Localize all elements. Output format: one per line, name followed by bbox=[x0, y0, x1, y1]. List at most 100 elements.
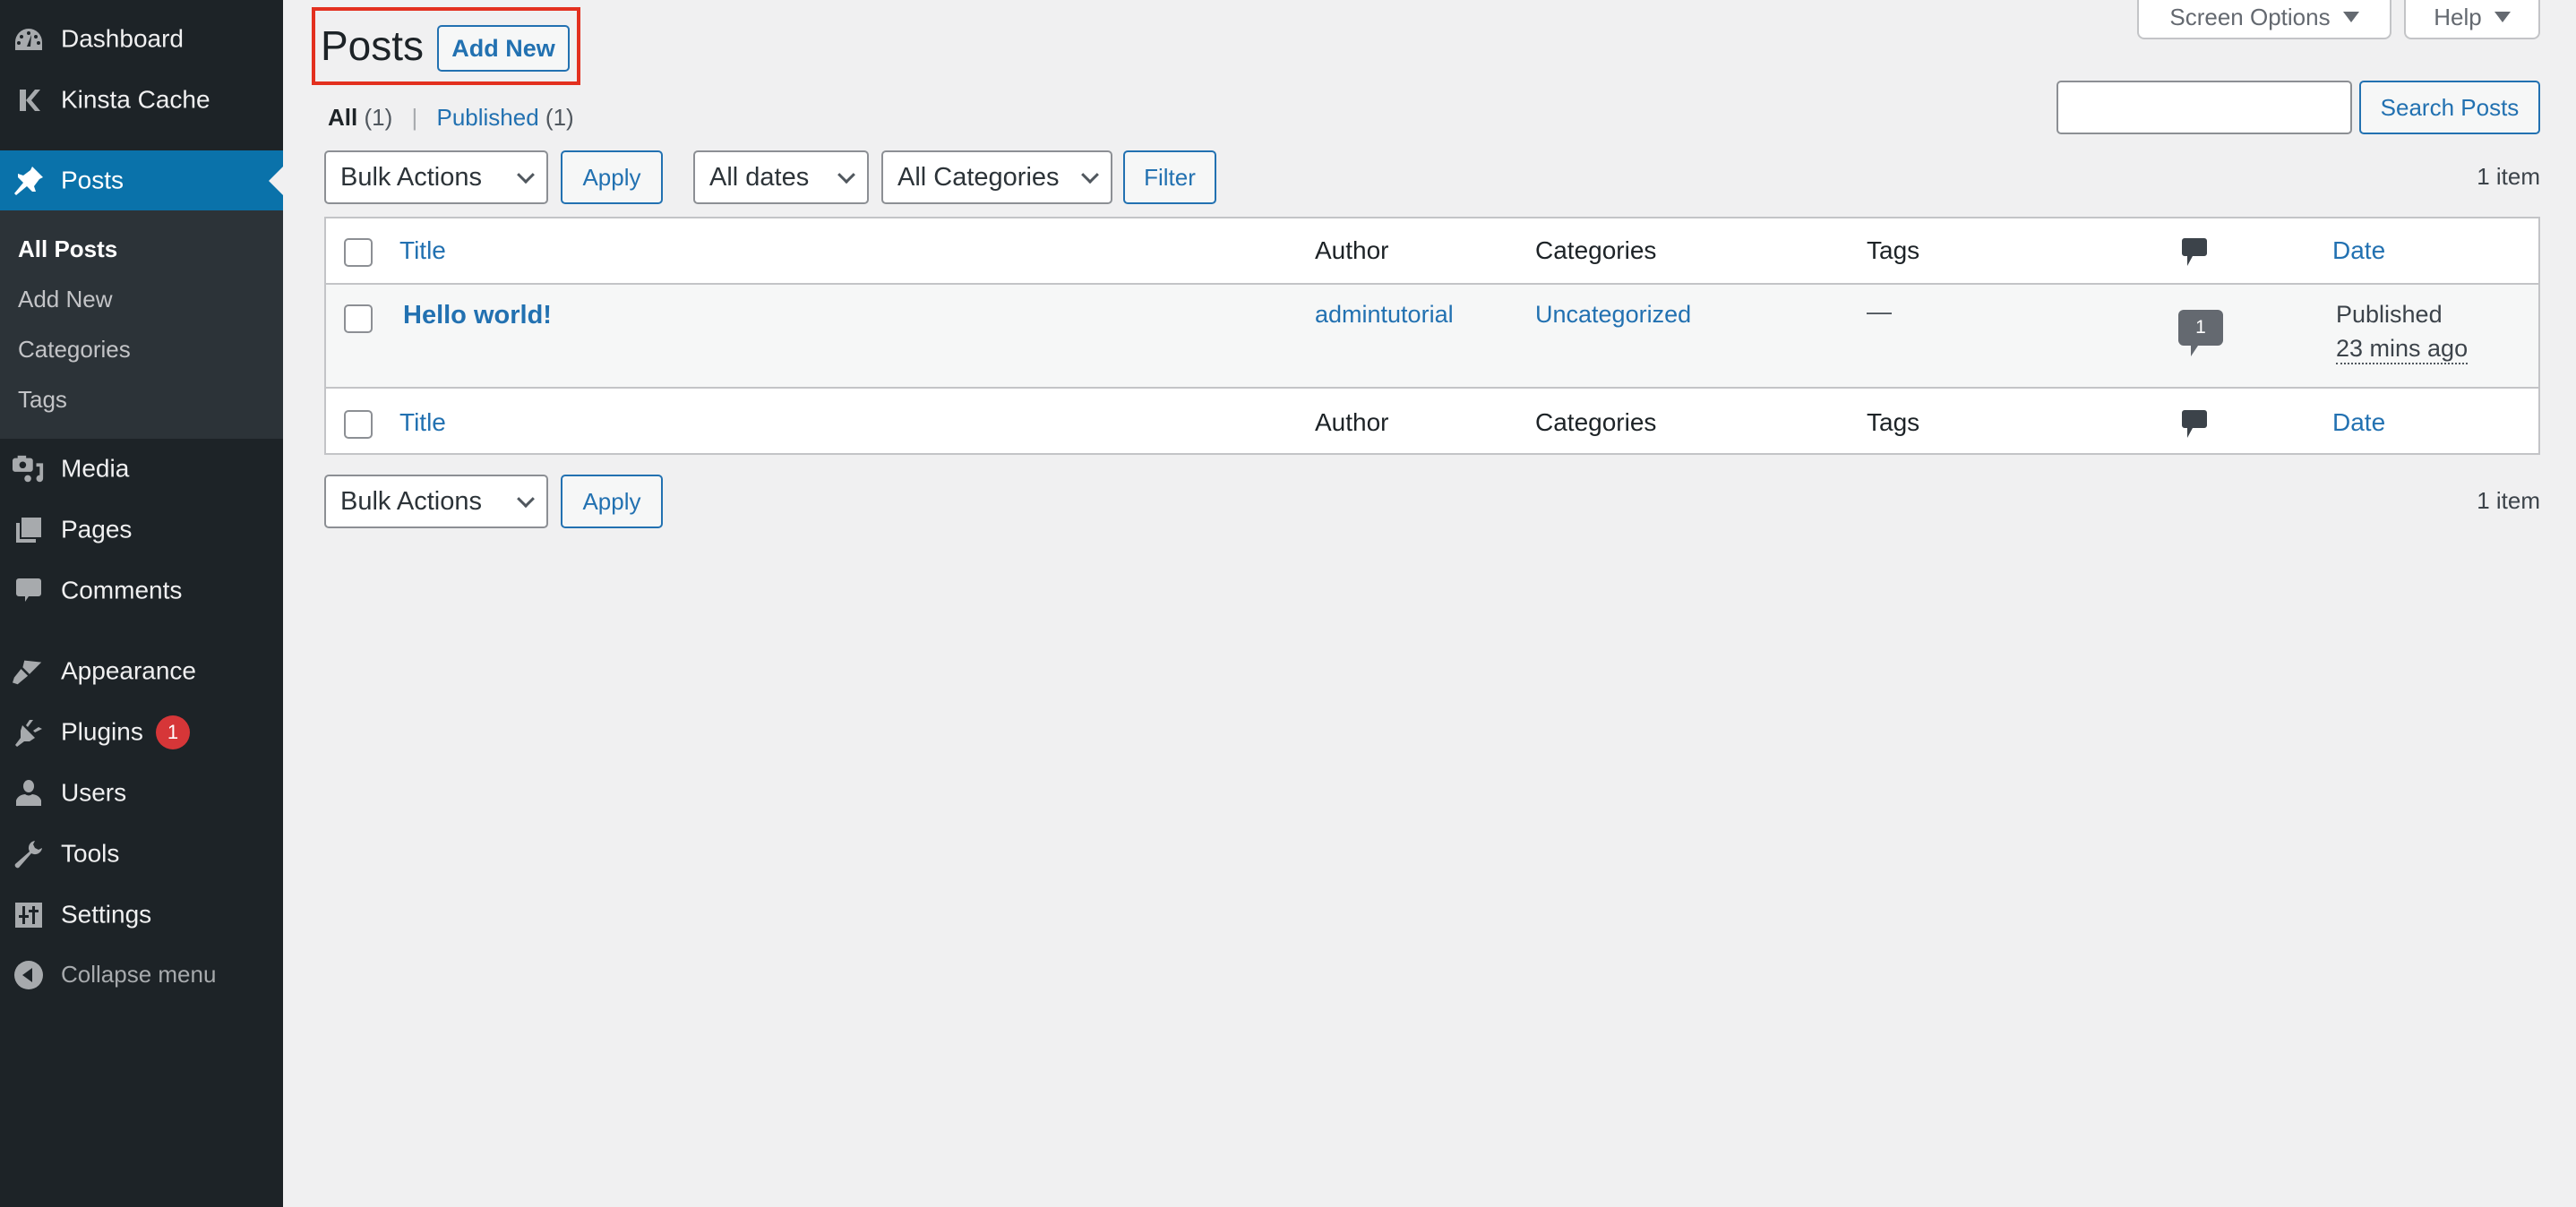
post-status-filter: All (1) | Published (1) bbox=[328, 104, 574, 132]
column-author: Author bbox=[1315, 236, 1389, 264]
triangle-down-icon bbox=[2342, 12, 2359, 22]
search-posts-input[interactable] bbox=[2057, 81, 2352, 134]
view-all-link[interactable]: All bbox=[328, 104, 357, 131]
date-filter-select[interactable]: All dates bbox=[693, 150, 869, 204]
wrench-icon bbox=[13, 838, 45, 870]
bulk-actions-value: Bulk Actions bbox=[340, 162, 482, 192]
row-checkbox[interactable] bbox=[344, 304, 373, 333]
sidebar-item-label: Tools bbox=[61, 839, 120, 868]
column-categories: Categories bbox=[1535, 236, 1657, 264]
chevron-down-icon bbox=[517, 166, 535, 184]
post-status: Published bbox=[2336, 301, 2443, 328]
admin-sidebar: Dashboard Kinsta Cache Posts All Posts A… bbox=[0, 0, 283, 1207]
sidebar-item-posts[interactable]: Posts bbox=[0, 150, 283, 211]
user-icon bbox=[13, 777, 45, 809]
category-filter-select[interactable]: All Categories bbox=[881, 150, 1112, 204]
sidebar-item-dashboard[interactable]: Dashboard bbox=[0, 9, 283, 70]
column-title-sort[interactable]: Title bbox=[399, 236, 446, 265]
media-icon bbox=[13, 453, 45, 485]
apply-button-bottom[interactable]: Apply bbox=[561, 475, 663, 528]
sidebar-item-label: Pages bbox=[61, 515, 133, 544]
sidebar-item-label: Users bbox=[61, 778, 127, 807]
column-tags-footer: Tags bbox=[1867, 408, 1920, 436]
search-posts-button[interactable]: Search Posts bbox=[2359, 81, 2540, 134]
help-button[interactable]: Help bbox=[2404, 0, 2540, 39]
submenu-item-all-posts[interactable]: All Posts bbox=[18, 235, 117, 263]
bulk-actions-select-bottom[interactable]: Bulk Actions bbox=[324, 475, 548, 528]
view-published-link[interactable]: Published bbox=[436, 104, 538, 131]
sidebar-item-label: Comments bbox=[61, 576, 183, 604]
bulk-actions-select-top[interactable]: Bulk Actions bbox=[324, 150, 548, 204]
comment-count-bubble[interactable]: 1 bbox=[2178, 310, 2223, 356]
screen-options-button[interactable]: Screen Options bbox=[2137, 0, 2391, 39]
bulk-actions-value: Bulk Actions bbox=[340, 486, 482, 516]
post-author-link[interactable]: admintutorial bbox=[1315, 301, 1454, 329]
comment-icon bbox=[13, 575, 45, 607]
apply-button-top[interactable]: Apply bbox=[561, 150, 663, 204]
table-header-row: Title Author Categories Tags Date bbox=[326, 218, 2538, 281]
column-title-sort-footer[interactable]: Title bbox=[399, 408, 446, 437]
select-all-checkbox[interactable] bbox=[344, 238, 373, 267]
sidebar-item-pages[interactable]: Pages bbox=[0, 500, 283, 561]
posts-table: Title Author Categories Tags Date Hello … bbox=[324, 217, 2540, 455]
post-category-link[interactable]: Uncategorized bbox=[1535, 301, 1691, 329]
category-filter-value: All Categories bbox=[897, 162, 1060, 192]
sidebar-item-label: Kinsta Cache bbox=[61, 85, 210, 114]
pages-icon bbox=[13, 514, 45, 546]
submenu-item-categories[interactable]: Categories bbox=[18, 336, 131, 364]
submenu-item-tags[interactable]: Tags bbox=[18, 386, 67, 414]
sidebar-item-kinsta-cache[interactable]: Kinsta Cache bbox=[0, 70, 283, 131]
sidebar-item-label: Media bbox=[61, 454, 130, 483]
sidebar-item-tools[interactable]: Tools bbox=[0, 824, 283, 885]
filter-button[interactable]: Filter bbox=[1123, 150, 1216, 204]
date-filter-value: All dates bbox=[709, 162, 810, 192]
table-footer-row: Title Author Categories Tags Date bbox=[326, 390, 2538, 453]
sidebar-item-label: Settings bbox=[61, 900, 152, 929]
view-all-count: (1) bbox=[364, 104, 393, 131]
chevron-down-icon bbox=[517, 490, 535, 509]
kinsta-k-icon bbox=[13, 84, 45, 116]
dashboard-icon bbox=[13, 23, 45, 56]
sidebar-item-media[interactable]: Media bbox=[0, 439, 283, 500]
collapse-arrow-icon bbox=[13, 959, 45, 991]
paintbrush-icon bbox=[13, 655, 45, 688]
sidebar-item-plugins[interactable]: Plugins 1 bbox=[0, 702, 283, 763]
sidebar-item-users[interactable]: Users bbox=[0, 763, 283, 824]
item-count-bottom: 1 item bbox=[2477, 487, 2540, 514]
table-row: Hello world! admintutorial Uncategorized… bbox=[326, 283, 2538, 389]
post-title-link[interactable]: Hello world! bbox=[403, 301, 552, 330]
sidebar-item-settings[interactable]: Settings bbox=[0, 885, 283, 946]
select-all-checkbox-footer[interactable] bbox=[344, 410, 373, 439]
item-count-top: 1 item bbox=[2477, 163, 2540, 190]
chevron-down-icon bbox=[837, 166, 855, 184]
collapse-menu-label: Collapse menu bbox=[61, 960, 217, 988]
triangle-down-icon bbox=[2494, 12, 2511, 22]
column-author-footer: Author bbox=[1315, 408, 1389, 436]
sidebar-item-label: Dashboard bbox=[61, 24, 184, 53]
column-date-sort[interactable]: Date bbox=[2332, 236, 2385, 265]
post-date: 23 mins ago bbox=[2336, 335, 2469, 364]
view-published-count: (1) bbox=[545, 104, 574, 131]
sidebar-item-label: Posts bbox=[61, 166, 125, 194]
comment-bubble-icon bbox=[2182, 410, 2207, 438]
submenu-item-add-new[interactable]: Add New bbox=[18, 286, 113, 313]
sidebar-item-comments[interactable]: Comments bbox=[0, 561, 283, 621]
sidebar-item-appearance[interactable]: Appearance bbox=[0, 641, 283, 702]
chevron-down-icon bbox=[1081, 166, 1099, 184]
pushpin-icon bbox=[13, 165, 45, 197]
screen-options-label: Screen Options bbox=[2169, 3, 2331, 30]
sidebar-item-label: Appearance bbox=[61, 656, 197, 685]
column-date-sort-footer[interactable]: Date bbox=[2332, 408, 2385, 437]
column-tags: Tags bbox=[1867, 236, 1920, 264]
post-tags: — bbox=[1867, 297, 1892, 325]
settings-sliders-icon bbox=[13, 899, 45, 931]
posts-submenu: All Posts Add New Categories Tags bbox=[0, 210, 283, 439]
plugin-update-badge: 1 bbox=[156, 715, 190, 749]
page-title: Posts bbox=[321, 22, 425, 69]
sidebar-item-label: Plugins bbox=[61, 717, 143, 746]
comment-bubble-icon bbox=[2182, 238, 2207, 266]
column-categories-footer: Categories bbox=[1535, 408, 1657, 436]
collapse-menu-button[interactable]: Collapse menu bbox=[0, 945, 283, 1006]
add-new-button[interactable]: Add New bbox=[437, 25, 570, 72]
help-label: Help bbox=[2434, 3, 2482, 30]
